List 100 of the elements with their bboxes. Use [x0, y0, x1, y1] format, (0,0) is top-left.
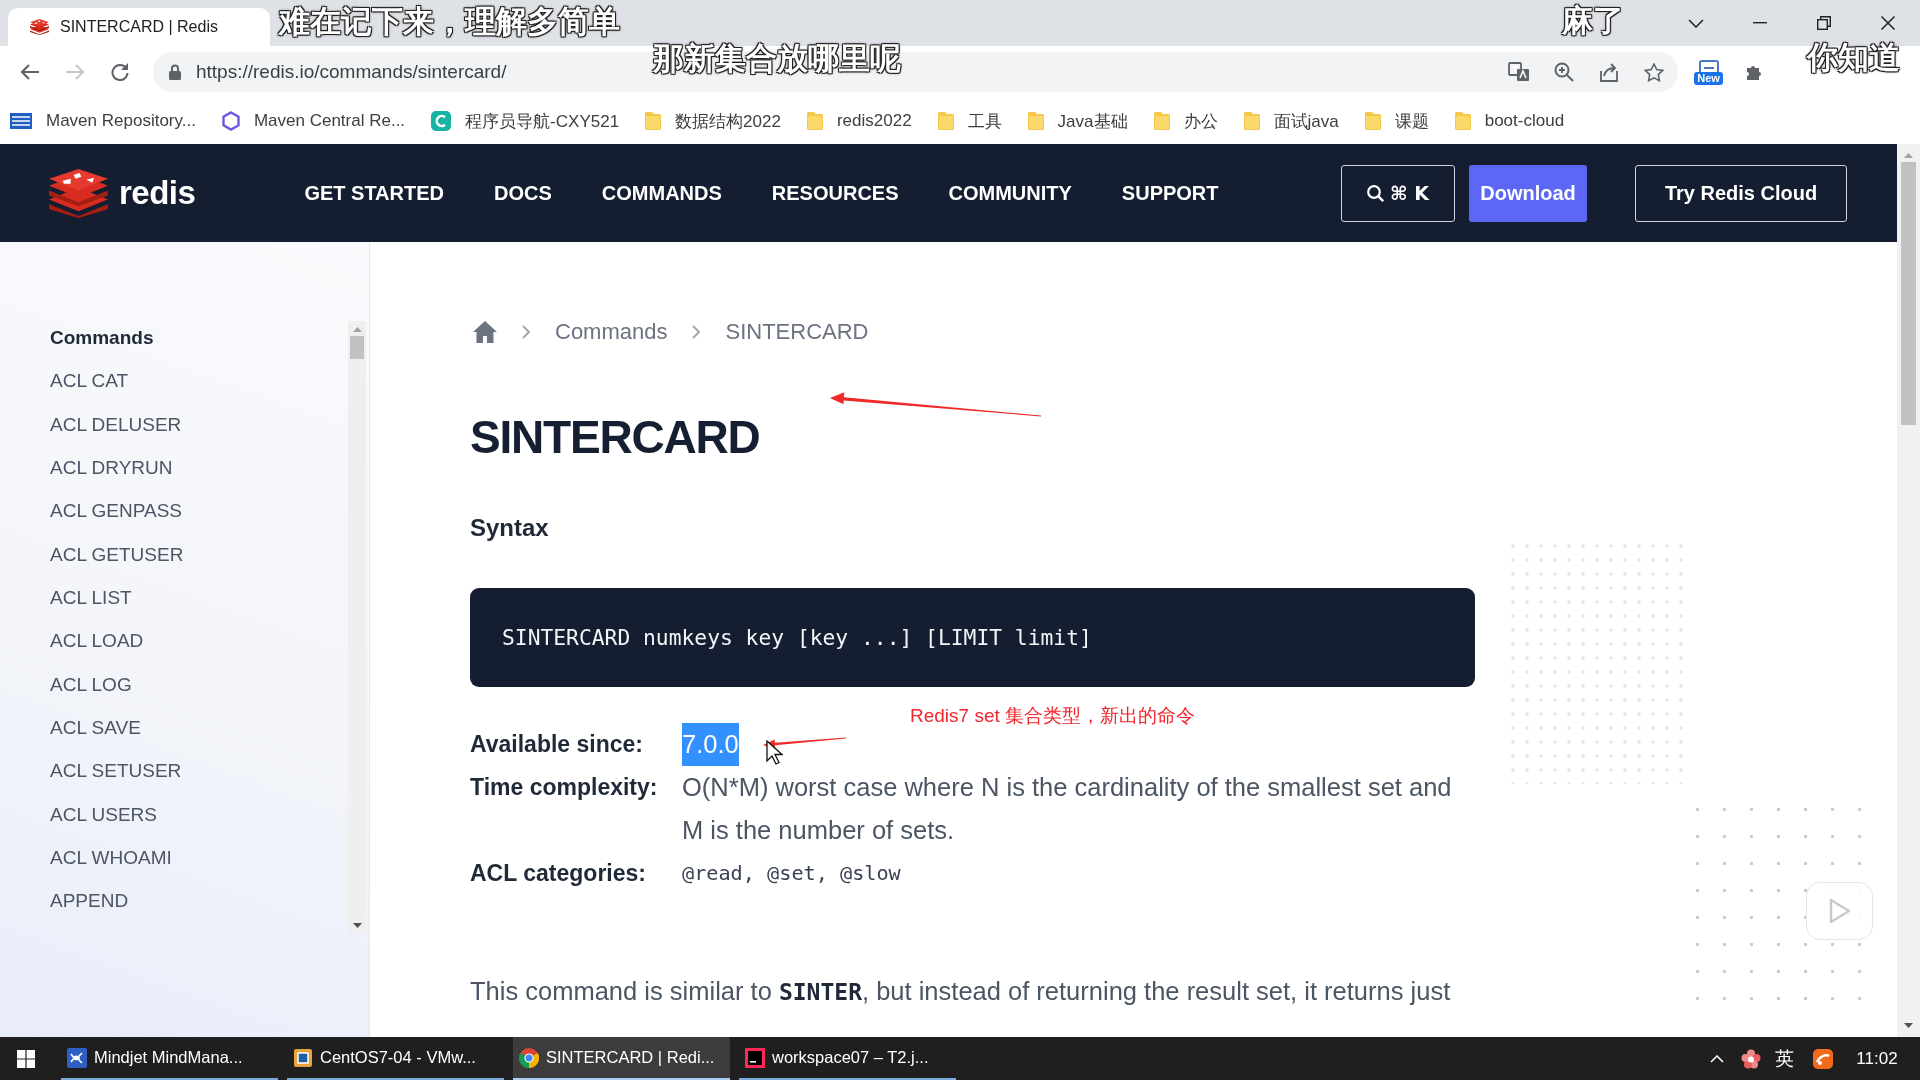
breadcrumb-link[interactable]: Commands — [555, 319, 668, 345]
bookmark-item[interactable]: Maven Repository... — [10, 111, 196, 131]
close-icon[interactable] — [1881, 16, 1895, 30]
sidebar-item[interactable]: ACL DRYRUN — [50, 446, 348, 490]
minimize-icon[interactable] — [1753, 22, 1767, 24]
folder-icon — [806, 112, 823, 130]
flower-icon[interactable] — [1741, 1048, 1761, 1069]
swoosh-tile-icon[interactable] — [1813, 1048, 1833, 1069]
sidebar-item[interactable]: ACL SAVE — [50, 705, 348, 750]
translate-icon[interactable] — [1507, 62, 1530, 82]
folder-icon — [937, 112, 954, 130]
nav-link[interactable]: GET STARTED — [304, 181, 444, 205]
sidebar-item[interactable]: ACL CAT — [50, 359, 348, 403]
bookmark-item[interactable]: Java基础 — [1027, 109, 1128, 133]
mindmap-tile-icon — [67, 1047, 87, 1068]
bookmark-item[interactable]: boot-cloud — [1454, 111, 1565, 131]
taskbar-button[interactable]: Mindjet MindMana... — [61, 1037, 278, 1080]
folder-icon — [1153, 112, 1170, 130]
taskbar-button[interactable]: workspace07 – T2.j... — [739, 1037, 956, 1080]
breadcrumb-current: SINTERCARD — [725, 319, 869, 345]
nav-link[interactable]: SUPPORT — [1121, 181, 1219, 205]
folder-icon — [1454, 112, 1471, 130]
play-icon — [1828, 898, 1851, 924]
search-button[interactable]: ⌘ K — [1341, 164, 1455, 222]
sidebar-item[interactable]: ACL USERS — [50, 792, 348, 836]
scrollbar-thumb[interactable] — [350, 336, 364, 359]
square-logo-icon — [745, 1047, 765, 1068]
folder-icon — [1243, 112, 1260, 130]
sidebar-item[interactable]: ACL GENPASS — [50, 489, 348, 533]
bookmark-item[interactable]: 工具 — [937, 109, 1002, 133]
home-icon[interactable] — [473, 321, 497, 343]
annotation-text: Redis7 set 集合类型，新出的命令 — [910, 704, 1196, 728]
nav-link[interactable]: RESOURCES — [771, 181, 899, 205]
scrollbar-thumb[interactable] — [1901, 162, 1916, 425]
bookmark-item[interactable]: redis2022 — [806, 111, 912, 131]
description-paragraph: This command is similar to SINTER, but instead of returning the result set, it returns just — [470, 976, 1452, 1007]
nav-link[interactable]: COMMANDS — [601, 181, 722, 205]
hexagon-icon — [221, 111, 240, 131]
download-button[interactable]: Download — [1469, 164, 1587, 222]
cube-logo-icon — [30, 19, 49, 35]
clock[interactable]: 11:02 — [1846, 1037, 1908, 1080]
bookmark-item[interactable]: Maven Central Re... — [221, 111, 406, 131]
folder-icon — [1027, 112, 1044, 130]
overlapping-squares-icon — [293, 1047, 313, 1068]
taskbar-button[interactable]: CentOS7-04 - VMw... — [287, 1037, 504, 1080]
taskbar-button[interactable]: SINTERCARD | Redi... — [513, 1037, 730, 1080]
bookmark-item[interactable]: 面试java — [1243, 109, 1339, 133]
zoom-icon[interactable] — [1553, 62, 1574, 82]
property-label: Available since: — [470, 730, 643, 759]
input-method-indicator[interactable]: 英 — [1768, 1037, 1800, 1080]
cursor-icon — [766, 740, 783, 765]
property-label: ACL categories: — [470, 859, 646, 888]
sidebar-item[interactable]: ACL LOAD — [50, 619, 348, 663]
back-arrow-icon[interactable] — [21, 64, 39, 80]
property-value: @read, @set, @slow — [682, 860, 901, 887]
sidebar-heading: Commands — [50, 326, 155, 350]
search-icon — [1367, 184, 1384, 202]
nav-link[interactable]: COMMUNITY — [948, 181, 1072, 205]
sidebar-item[interactable]: APPEND — [50, 879, 348, 923]
restore-icon[interactable] — [1817, 16, 1831, 30]
bullet-comment: 麻了 — [1562, 3, 1624, 39]
sidebar-item[interactable]: ACL LOG — [50, 662, 348, 706]
bullet-comment: 难在记下来，理解多简单 — [279, 4, 620, 40]
sidebar-item[interactable]: ACL WHOAMI — [50, 835, 348, 880]
cube-stack-logo-icon — [49, 168, 108, 218]
bookmark-item[interactable]: 数据结构2022 — [645, 109, 781, 133]
windows-logo-icon[interactable] — [17, 1049, 35, 1068]
sidebar-item[interactable]: ACL LIST — [50, 575, 348, 620]
sidebar-item[interactable]: ACL SETUSER — [50, 749, 348, 793]
logo-text[interactable]: redis — [119, 174, 196, 212]
reload-icon[interactable] — [111, 63, 129, 81]
property-label: Time complexity: — [470, 773, 658, 802]
bullet-comment: 你知道 — [1807, 40, 1900, 76]
circle-logo-icon — [519, 1047, 539, 1068]
bookmark-item[interactable]: 课题 — [1364, 109, 1429, 133]
section-heading: Syntax — [470, 513, 550, 543]
new-badge: New — [1694, 71, 1723, 85]
chevron-right-icon — [522, 325, 530, 339]
chevron-down-icon[interactable] — [1688, 18, 1704, 28]
folder-icon — [645, 112, 662, 130]
browser-tab[interactable]: SINTERCARD | Redis — [8, 8, 270, 46]
chevron-up-icon[interactable] — [1710, 1054, 1724, 1063]
share-icon[interactable] — [1598, 62, 1619, 82]
scroll-down-arrow-icon[interactable] — [352, 923, 362, 928]
code-block: SINTERCARD numkeys key [key ...] [LIMIT limit] — [470, 588, 1475, 687]
star-icon[interactable] — [1643, 62, 1664, 82]
puzzle-icon[interactable] — [1744, 63, 1763, 81]
sidebar-scrollbar[interactable] — [348, 321, 366, 934]
nav-link[interactable]: DOCS — [494, 181, 552, 205]
sidebar-item[interactable]: ACL DELUSER — [50, 402, 348, 446]
property-value: O(N*M) worst case where N is the cardinality of the smallest set and M is the number of sets. — [682, 772, 1453, 846]
page-scrollbar[interactable] — [1897, 144, 1920, 1037]
sidebar-item[interactable]: ACL GETUSER — [50, 532, 348, 576]
bookmark-item[interactable]: 办公 — [1153, 109, 1218, 133]
page-title: SINTERCARD — [470, 410, 761, 465]
bookmark-item[interactable]: 程序员导航-CXY521 — [431, 109, 620, 133]
lock-icon — [169, 64, 181, 80]
scroll-down-arrow-icon[interactable] — [1904, 1023, 1913, 1028]
cloud-button[interactable]: Try Redis Cloud — [1635, 164, 1847, 222]
striped-tile-icon — [10, 113, 32, 129]
